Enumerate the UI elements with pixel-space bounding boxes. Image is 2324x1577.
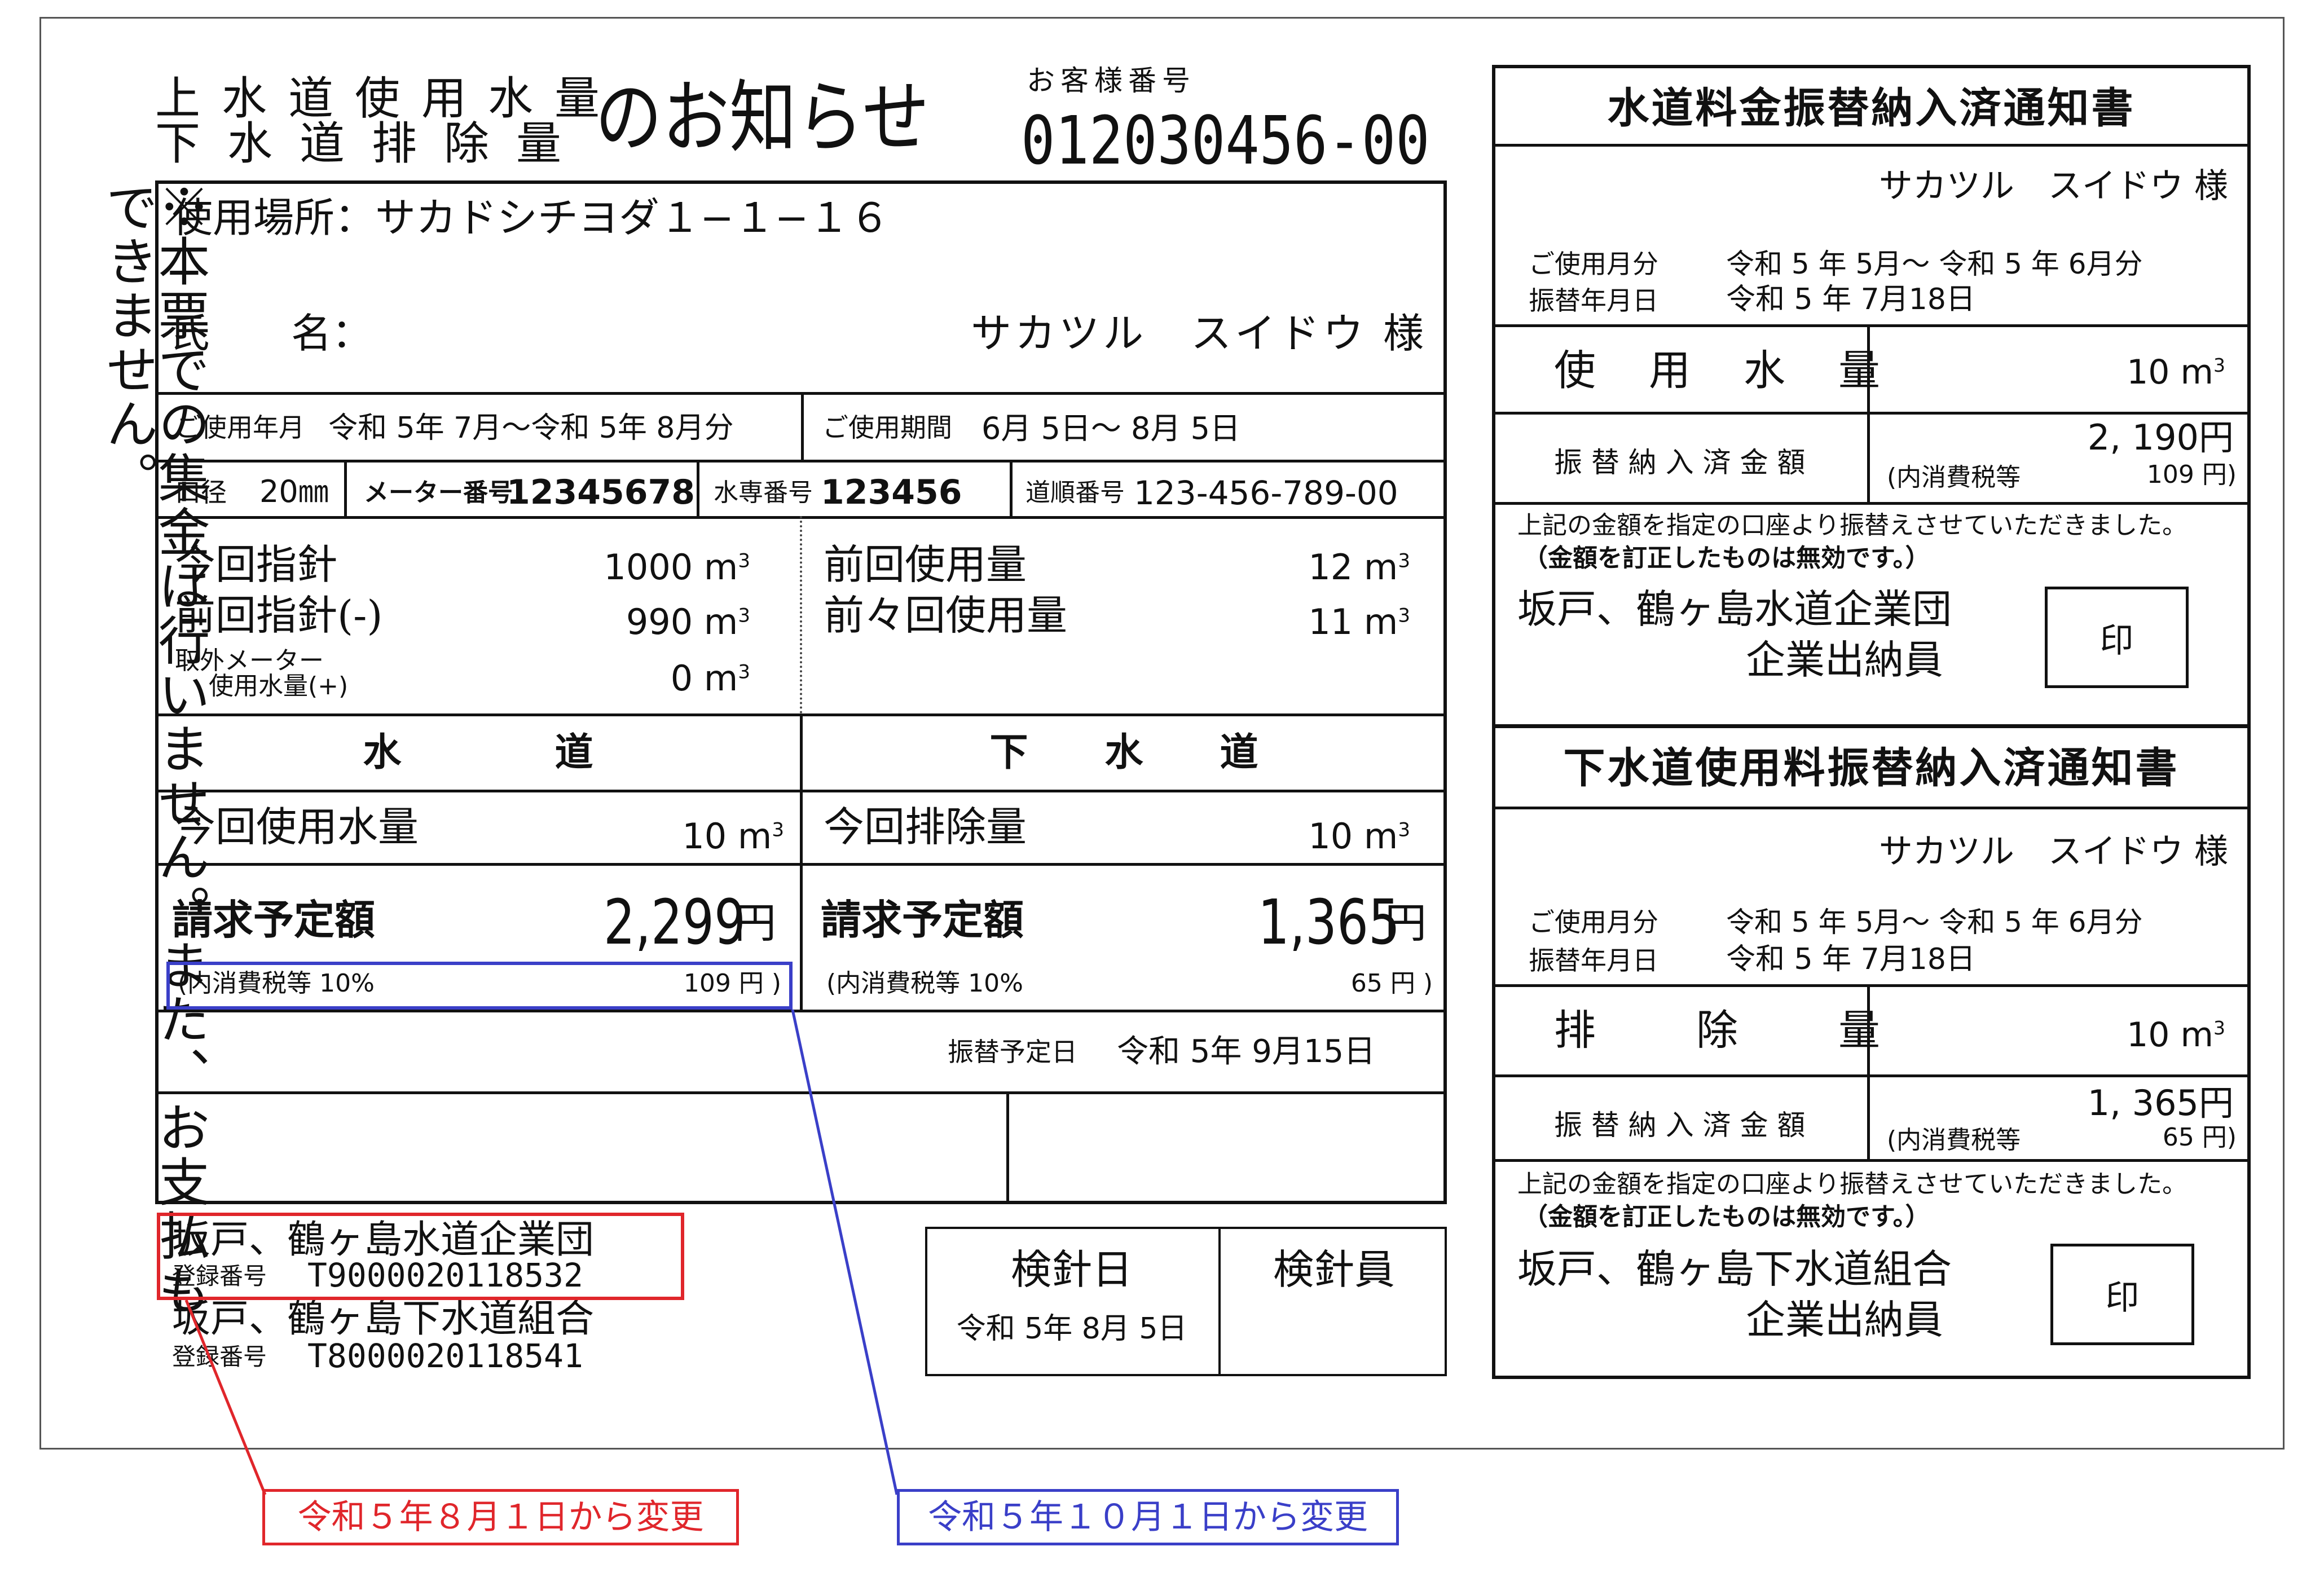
callout-lines xyxy=(184,1009,899,1495)
blue-change-label: 令和５年１０月１日から変更 xyxy=(897,1489,1399,1545)
red-callout-line xyxy=(184,1300,267,1495)
red-change-label: 令和５年８月１日から変更 xyxy=(262,1489,739,1545)
blue-callout-line xyxy=(791,1009,899,1495)
